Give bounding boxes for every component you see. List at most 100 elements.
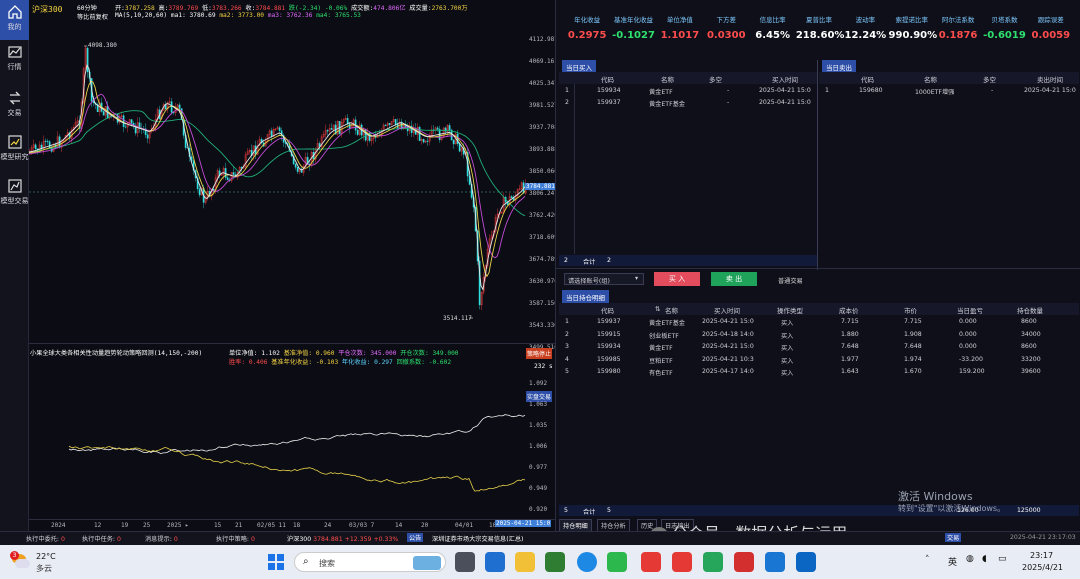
cell-cost: 1.977 [841, 355, 859, 363]
buy-button[interactable]: 买 入 [654, 272, 700, 286]
table-row[interactable]: 2 159937 黄金ETF基金 - 2025-04-21 15:0 [559, 97, 817, 109]
table-row[interactable]: 1 159680 1000ETF增强 - 2025-04-21 15:0 [819, 85, 1079, 97]
date-tick: 21 [235, 522, 243, 529]
cell-op: 买入 [781, 320, 794, 327]
cell-op: 买入 [781, 345, 794, 352]
task-status: 执行中任务: 0 [82, 536, 121, 543]
weather-desc: 多云 [36, 564, 52, 573]
cell-op: 买入 [781, 332, 794, 340]
notice-tag[interactable]: 公告 [407, 533, 424, 542]
weather-icon[interactable]: 3 [10, 551, 30, 571]
price-tick: 3981.527 [529, 102, 558, 109]
cell-name: 创业板ETF [649, 332, 679, 340]
cell-name: 黄金ETF [649, 345, 673, 352]
taskbar-time[interactable]: 23:17 [1030, 551, 1053, 560]
cell-no: 1 [565, 318, 569, 325]
metric-label: 阿尔法系数 [941, 16, 975, 24]
app-red-icon[interactable] [672, 552, 692, 572]
store-icon[interactable] [545, 552, 565, 572]
outlook-icon[interactable] [485, 552, 505, 572]
battery-icon[interactable]: ▭ [998, 554, 1007, 564]
sort-icon: ⇅ [655, 305, 661, 313]
status-bar: 执行中委托: 0 执行中任务: 0 消息提示: 0 执行中策略: 0 沪深300… [0, 531, 1080, 545]
msg-status: 消息提示: 0 [145, 536, 178, 543]
cell-code: 159915 [597, 330, 621, 338]
date-tick: 19 [121, 522, 129, 529]
wps-icon[interactable] [641, 552, 661, 572]
cell-dir: - [727, 99, 730, 106]
table-row[interactable]: 1 159934 黄金ETF - 2025-04-21 15:0 [559, 85, 817, 97]
cell-time: 2025-04-17 14:0 [702, 368, 754, 375]
trade-tag[interactable]: 交易 [945, 533, 962, 542]
app-green-icon[interactable] [703, 552, 723, 572]
sidebar-item-model-trade[interactable]: 模型交易 [0, 174, 29, 214]
file-explorer-icon[interactable] [515, 552, 535, 572]
notice-text[interactable]: 深圳证券市场大宗交易信息(汇总) [432, 534, 523, 543]
equity-curve-chart[interactable] [29, 366, 527, 518]
tab-positions-today[interactable]: 当日持仓明细 [562, 290, 609, 304]
metric-value: 0.1876 [938, 30, 978, 41]
cell-price: 1.974 [904, 355, 922, 363]
metric-label: 年化收益 [574, 16, 601, 24]
cell-code: 159934 [597, 343, 621, 350]
cell-name: 豆粕ETF [649, 357, 673, 365]
cell-name: 黄金ETF基金 [649, 101, 685, 108]
chart-panel: 沪深300 60分钟 等比前复权 开:3787.258 高:3789.769 低… [29, 0, 558, 545]
nav-tick: 0.977 [529, 464, 548, 471]
task-view-icon[interactable] [455, 552, 475, 572]
strategy-stop-tag[interactable]: 策略停止 [526, 348, 553, 359]
search-icon: ⌕ [303, 556, 309, 567]
cell-cost: 1.643 [841, 368, 859, 375]
cell-no: 5 [565, 368, 569, 375]
nav-tick: 1.006 [529, 443, 548, 450]
start-button[interactable] [267, 553, 285, 571]
table-row[interactable]: 3 159934 黄金ETF 2025-04-21 15:0 买入 7.648 7.648 0… [559, 341, 1079, 353]
sidebar-item-research[interactable]: 模型研究 [0, 130, 29, 170]
taskbar-search[interactable]: ⌕ 搜索 [294, 552, 446, 572]
qmt-app-icon[interactable] [765, 552, 785, 572]
sell-table-header: 代码 名称 多空 卖出时间 [819, 72, 1079, 84]
metric-value: -0.6019 [983, 30, 1026, 41]
sidebar-item-mine[interactable]: 我的 [0, 0, 29, 40]
table-row[interactable]: 1 159937 黄金ETF基金 2025-04-21 15:0 买入 7.715 7.71… [559, 316, 1079, 328]
cell-pnl: 0.000 [959, 343, 977, 350]
chart-icon [7, 46, 22, 58]
metric-value: 12.24% [844, 30, 887, 41]
table-row[interactable]: 5 159980 有色ETF 2025-04-17 14:0 买入 1.643 1.670 1… [559, 366, 1079, 378]
tray-chevron-icon[interactable]: ˄ [925, 555, 930, 565]
cell-qty: 33200 [1021, 355, 1041, 363]
adjust-label: 等比前复权 [77, 14, 108, 21]
edge-icon[interactable] [577, 552, 597, 572]
table-row[interactable]: 4 159985 豆粕ETF 2025-04-21 10:3 买入 1.977 1.974 -… [559, 354, 1079, 366]
ime-indicator[interactable]: 英 [948, 555, 957, 568]
buy-table-header: 代码 名称 多空 买入时间 [559, 72, 817, 84]
cell-time: 2025-04-21 10:3 [702, 355, 754, 363]
date-tick: 18 [293, 522, 301, 529]
price-tick: 3718.609 [529, 234, 558, 241]
metric-4: 信息比率 6.45% [749, 14, 795, 41]
table-row[interactable]: 2 159915 创业板ETF 2025-04-18 14:0 买入 1.880 1.908… [559, 329, 1079, 341]
cell-no: 2 [565, 99, 569, 106]
candlestick-chart[interactable] [29, 22, 555, 342]
sidebar-item-trade[interactable]: 交易 [0, 86, 29, 126]
cell-time: 2025-04-21 15:0 [759, 87, 811, 94]
account-select[interactable]: 请选择账号(组) ▾ [564, 273, 644, 285]
vscode-icon[interactable] [796, 552, 816, 572]
app-box-icon[interactable] [734, 552, 754, 572]
nav-tick: 1.063 [529, 401, 548, 408]
price-tick: 3543.330 [529, 322, 558, 329]
cell-cost: 7.715 [841, 318, 859, 325]
period-label: 60分钟 [77, 5, 97, 12]
wechat-app-icon[interactable] [607, 552, 627, 572]
volume-icon[interactable]: ◖ [982, 554, 987, 564]
cell-time: 2025-04-18 14:0 [702, 330, 754, 338]
sidebar-item-market[interactable]: 行情 [0, 40, 29, 80]
date-tick: 14 [395, 522, 403, 529]
price-tick: 4025.347 [529, 80, 558, 87]
date-tick: 12 [94, 522, 102, 529]
sell-button[interactable]: 卖 出 [711, 272, 757, 286]
normal-trade-label[interactable]: 普通交易 [778, 276, 803, 285]
network-icon[interactable]: ◍ [966, 554, 974, 564]
taskbar-date[interactable]: 2025/4/21 [1022, 563, 1063, 572]
cell-code: 159985 [597, 355, 621, 363]
